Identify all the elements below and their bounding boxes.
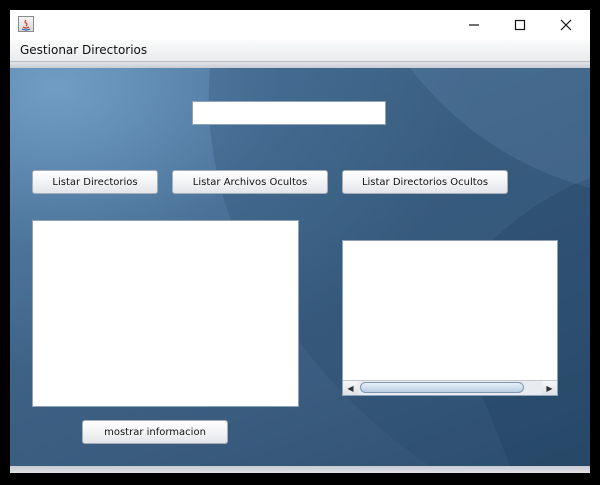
maximize-button[interactable] (497, 10, 543, 40)
close-icon (560, 19, 572, 31)
java-app-icon (18, 16, 34, 32)
horizontal-scrollbar[interactable]: ◀ ▶ (343, 380, 557, 395)
scroll-thumb[interactable] (360, 382, 524, 393)
show-info-label: mostrar informacion (104, 426, 206, 438)
list-directories-label: Listar Directorios (52, 176, 138, 188)
content-pane: Listar Directorios Listar Archivos Ocult… (10, 68, 590, 466)
app-window: Gestionar Directorios Listar Directorios… (10, 10, 590, 473)
title-bar[interactable] (10, 10, 590, 40)
window-bottom-edge (10, 466, 590, 473)
list-hidden-directories-button[interactable]: Listar Directorios Ocultos (342, 170, 508, 194)
close-button[interactable] (543, 10, 589, 40)
list-hidden-files-button[interactable]: Listar Archivos Ocultos (172, 170, 328, 194)
minimize-icon (469, 24, 479, 26)
show-info-button[interactable]: mostrar informacion (82, 420, 228, 444)
list-hidden-directories-label: Listar Directorios Ocultos (361, 176, 489, 188)
scroll-left-icon[interactable]: ◀ (343, 381, 358, 395)
path-input[interactable] (192, 101, 386, 125)
scroll-right-icon[interactable]: ▶ (542, 381, 557, 395)
list-directories-button[interactable]: Listar Directorios (32, 170, 158, 194)
list-hidden-files-label: Listar Archivos Ocultos (192, 176, 308, 188)
minimize-button[interactable] (451, 10, 497, 40)
info-list[interactable]: ◀ ▶ (342, 240, 558, 396)
menu-gestionar-directorios[interactable]: Gestionar Directorios (20, 43, 147, 57)
menu-bar: Gestionar Directorios (10, 40, 590, 62)
maximize-icon (514, 19, 526, 31)
directories-list[interactable] (32, 220, 299, 407)
